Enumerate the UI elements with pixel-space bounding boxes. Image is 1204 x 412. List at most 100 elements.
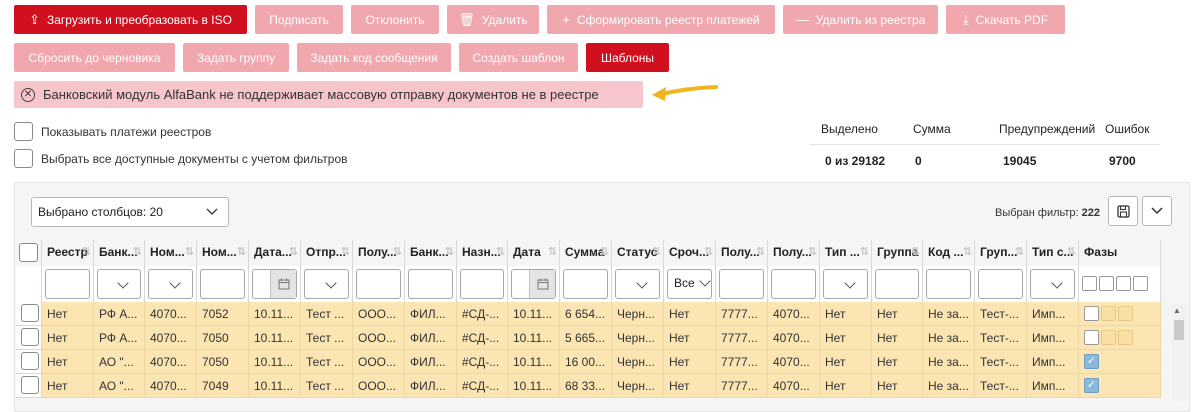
phase-filter-checkbox[interactable]	[1082, 276, 1097, 291]
column-header[interactable]: Статус ⇅	[612, 240, 664, 266]
templates-button[interactable]: Шаблоны	[586, 43, 669, 72]
columns-select[interactable]: Выбрано столбцов: 20	[31, 197, 229, 227]
sort-icon[interactable]: ⇅	[548, 245, 557, 258]
filter-select[interactable]	[823, 269, 868, 299]
column-header[interactable]: Дата ⇅	[508, 240, 560, 266]
set-message-code-button[interactable]: Задать код сообщения	[297, 43, 451, 72]
column-header[interactable]: Полу... ⇅	[768, 240, 820, 266]
row-checkbox[interactable]	[21, 376, 39, 394]
column-header[interactable]: Сумма ⇅	[560, 240, 612, 266]
column-header[interactable]: Отпр... ⇅	[301, 240, 353, 266]
filter-select[interactable]	[615, 269, 660, 299]
scroll-up-icon[interactable]: ▲	[1173, 306, 1181, 315]
select-all-filtered-row[interactable]: Выбрать все доступные документы с учетом…	[14, 149, 348, 168]
table-cell: 10.11...	[249, 326, 301, 350]
filter-input[interactable]	[978, 269, 1023, 299]
remove-from-registry-button[interactable]: — Удалить из реестра	[783, 5, 938, 34]
sort-icon[interactable]: ⇅	[911, 245, 920, 258]
calendar-icon[interactable]	[270, 270, 296, 298]
filter-input[interactable]	[408, 269, 453, 299]
sort-icon[interactable]: ⇅	[393, 245, 402, 258]
sort-icon[interactable]: ⇅	[600, 245, 609, 258]
filter-input[interactable]	[356, 269, 401, 299]
column-header[interactable]: Ном... ⇅	[197, 240, 249, 266]
sort-icon[interactable]: ⇅	[652, 245, 661, 258]
table-cell: 4070...	[768, 302, 820, 326]
filter-select[interactable]	[304, 269, 349, 299]
sort-icon[interactable]: ⇅	[185, 245, 194, 258]
filter-input[interactable]	[45, 269, 90, 299]
table-scrollbar[interactable]	[1172, 304, 1186, 401]
calendar-icon[interactable]	[529, 270, 555, 298]
column-header[interactable]: Банк... ⇅	[405, 240, 457, 266]
filter-cell	[249, 266, 301, 302]
sort-icon[interactable]: ⇅	[82, 245, 91, 258]
table-cell: Черн...	[612, 350, 664, 374]
delete-button[interactable]: 🗑 Удалить	[447, 5, 539, 34]
column-header[interactable]: Дата... ⇅	[249, 240, 301, 266]
filter-input[interactable]	[926, 269, 971, 299]
column-header[interactable]: Банк... ⇅	[94, 240, 145, 266]
create-registry-button[interactable]: + Сформировать реестр платежей	[547, 5, 775, 34]
download-pdf-button[interactable]: ⤓ Скачать PDF	[946, 5, 1065, 34]
filter-input[interactable]	[200, 269, 245, 299]
column-header[interactable]: Сроч... ⇅	[664, 240, 716, 266]
filter-input[interactable]	[771, 269, 816, 299]
expand-filter-button[interactable]	[1142, 196, 1172, 226]
show-registry-payments-checkbox[interactable]	[14, 122, 33, 141]
column-header[interactable]: Тип ... ⇅	[820, 240, 872, 266]
row-checkbox[interactable]	[21, 352, 39, 370]
reject-button[interactable]: Отклонить	[351, 5, 439, 34]
reset-to-draft-button[interactable]: Сбросить до черновика	[14, 43, 175, 72]
filter-input[interactable]	[563, 269, 608, 299]
set-group-button[interactable]: Задать группу	[183, 43, 289, 72]
sort-icon[interactable]: ⇅	[133, 245, 142, 258]
table-cell: Не за...	[923, 374, 975, 398]
sort-icon[interactable]: ⇅	[756, 245, 765, 258]
filter-input[interactable]	[719, 269, 764, 299]
filter-input[interactable]	[460, 269, 504, 299]
show-registry-payments-row[interactable]: Показывать платежи реестров	[14, 122, 211, 141]
sort-icon[interactable]: ⇅	[445, 245, 454, 258]
column-header[interactable]: Тип с... ⇅	[1027, 240, 1079, 266]
filter-date[interactable]	[511, 269, 556, 299]
sort-icon[interactable]: ⇅	[1067, 245, 1076, 258]
sort-icon[interactable]: ⇅	[341, 245, 350, 258]
sort-icon[interactable]: ⇅	[704, 245, 713, 258]
sort-icon[interactable]: ⇅	[860, 245, 869, 258]
filter-select[interactable]	[97, 269, 141, 299]
create-template-button[interactable]: Создать шаблон	[459, 43, 578, 72]
sign-button[interactable]: Подписать	[255, 5, 343, 34]
upload-convert-iso-button[interactable]: ⇪ Загрузить и преобразовать в ISO	[14, 5, 247, 34]
column-header[interactable]: Ном... ⇅	[145, 240, 197, 266]
close-circle-icon[interactable]: ✕	[21, 87, 35, 102]
sort-icon[interactable]: ⇅	[237, 245, 246, 258]
sort-icon[interactable]: ⇅	[289, 245, 298, 258]
filter-input[interactable]	[875, 269, 919, 299]
column-header[interactable]: Груп... ⇅	[975, 240, 1027, 266]
row-checkbox[interactable]	[21, 304, 39, 322]
filter-date[interactable]	[252, 269, 297, 299]
column-header[interactable]: Полу... ⇅	[716, 240, 768, 266]
column-header[interactable]: Группа ⇅	[872, 240, 923, 266]
filter-select[interactable]	[148, 269, 193, 299]
filter-select[interactable]	[1030, 269, 1075, 299]
column-header[interactable]: Реестр ⇅	[42, 240, 94, 266]
column-header[interactable]: Фазы	[1079, 240, 1161, 266]
save-filter-button[interactable]	[1108, 196, 1138, 226]
phase-filter-checkbox[interactable]	[1116, 276, 1131, 291]
select-all-filtered-checkbox[interactable]	[14, 149, 33, 168]
column-header[interactable]: Полу... ⇅	[353, 240, 405, 266]
row-checkbox[interactable]	[21, 328, 39, 346]
sort-icon[interactable]: ⇅	[1015, 245, 1024, 258]
phase-filter-checkbox[interactable]	[1099, 276, 1114, 291]
column-header[interactable]: Назн... ⇅	[457, 240, 508, 266]
sort-icon[interactable]: ⇅	[808, 245, 817, 258]
column-header[interactable]: Код ... ⇅	[923, 240, 975, 266]
phase-filter-checkbox[interactable]	[1133, 276, 1148, 291]
sort-icon[interactable]: ⇅	[496, 245, 505, 258]
sort-icon[interactable]: ⇅	[963, 245, 972, 258]
select-all-checkbox[interactable]	[19, 243, 38, 262]
table-scrollbar-thumb[interactable]	[1174, 320, 1184, 340]
filter-urgent-select[interactable]: Все	[667, 269, 712, 299]
